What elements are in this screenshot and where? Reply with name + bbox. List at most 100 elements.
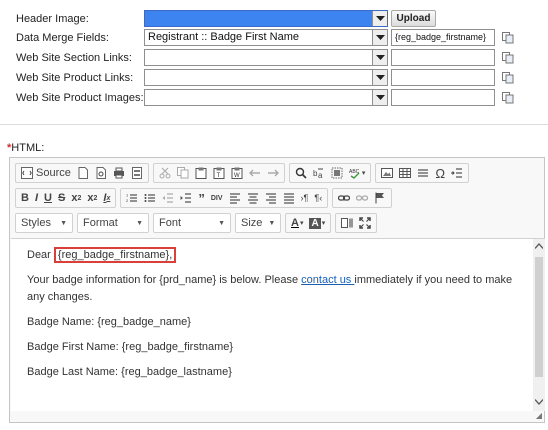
resize-handle-icon[interactable]: ◢: [536, 411, 542, 420]
size-dropdown[interactable]: Size ▼: [235, 213, 281, 233]
rtl-icon[interactable]: ¶‹: [314, 189, 322, 207]
copy-icon[interactable]: [502, 92, 514, 104]
image-icon[interactable]: [381, 164, 394, 182]
templates-icon[interactable]: [131, 164, 143, 182]
ltr-icon[interactable]: ›¶: [301, 189, 309, 207]
select-all-icon[interactable]: [331, 164, 343, 182]
unlink-icon[interactable]: [356, 189, 369, 207]
section-links-select[interactable]: [144, 49, 388, 66]
superscript-icon[interactable]: x2: [87, 189, 97, 207]
text-color-icon[interactable]: A ▾: [291, 214, 303, 232]
scroll-up-icon[interactable]: [535, 243, 543, 249]
indent-icon[interactable]: [180, 189, 192, 207]
data-merge-fields-select[interactable]: Registrant :: Badge First Name: [144, 29, 388, 46]
link-icon[interactable]: [338, 189, 351, 207]
cut-icon[interactable]: [159, 164, 171, 182]
background-color-icon[interactable]: A ▾: [309, 214, 325, 232]
content-paragraph-badge-first-name: Badge First Name: {reg_badge_firstname}: [27, 341, 234, 353]
toolbar-group-insert: Ω: [375, 163, 470, 183]
page-break-icon[interactable]: [451, 164, 463, 182]
find-icon[interactable]: [295, 164, 307, 182]
caret-down-icon: ▼: [218, 219, 225, 227]
section-divider: [0, 124, 548, 125]
caret-down-icon: ▼: [60, 219, 67, 227]
chevron-down-icon[interactable]: [372, 50, 387, 65]
toolbar-group-colors: A ▾ A ▾: [285, 213, 332, 233]
underline-button[interactable]: U: [44, 189, 52, 207]
print-icon[interactable]: [113, 164, 125, 182]
horizontal-line-icon[interactable]: [417, 164, 429, 182]
anchor-flag-icon[interactable]: [374, 189, 386, 207]
justify-icon[interactable]: [283, 189, 295, 207]
toolbar-group-clipboard: T W: [152, 163, 285, 183]
toolbar-group-tools: [335, 213, 378, 233]
copy-icon[interactable]: [502, 52, 514, 64]
strike-button[interactable]: S: [58, 189, 65, 207]
align-left-icon[interactable]: [229, 189, 241, 207]
align-right-icon[interactable]: [265, 189, 277, 207]
merge-field-highlight: {reg_badge_firstname},: [53, 247, 177, 263]
scroll-thumb[interactable]: [535, 257, 543, 377]
chevron-down-icon[interactable]: [372, 90, 387, 105]
toolbar-group-editing: ba ABC ▾: [288, 163, 372, 183]
subscript-icon[interactable]: x2: [71, 189, 81, 207]
product-images-code-input[interactable]: [391, 89, 495, 106]
toolbar-row-3: Styles ▼ Format ▼ Font ▼ Size ▼ A ▾ A ▾: [11, 211, 378, 235]
new-page-icon[interactable]: [77, 164, 89, 182]
header-image-label: Header Image:: [16, 13, 89, 25]
numbered-list-icon[interactable]: 12: [126, 189, 138, 207]
create-div-icon[interactable]: DIV: [211, 189, 223, 207]
product-links-select[interactable]: [144, 69, 388, 86]
chevron-down-icon[interactable]: [372, 70, 387, 85]
editor-content[interactable]: Dear {reg_badge_firstname}, Your badge i…: [11, 238, 533, 411]
caret-down-icon: ▼: [136, 219, 143, 227]
editor-scrollbar[interactable]: [533, 238, 545, 411]
blockquote-icon[interactable]: ”: [198, 189, 205, 207]
special-char-icon[interactable]: Ω: [435, 164, 445, 182]
maximize-icon[interactable]: [359, 214, 371, 232]
styles-dropdown[interactable]: Styles ▼: [15, 213, 73, 233]
product-links-code-input[interactable]: [391, 69, 495, 86]
spellcheck-icon[interactable]: ABC ▾: [349, 164, 365, 182]
replace-icon[interactable]: ba: [313, 164, 325, 182]
html-field-label: *HTML:: [7, 142, 45, 154]
content-paragraph-greeting: Dear {reg_badge_firstname},: [27, 247, 517, 264]
format-dropdown[interactable]: Format ▼: [77, 213, 149, 233]
copy-icon[interactable]: [502, 32, 514, 44]
paste-icon[interactable]: [195, 164, 207, 182]
toolbar-group-links: [332, 188, 393, 208]
section-links-code-input[interactable]: [391, 49, 495, 66]
scroll-down-icon[interactable]: [535, 399, 543, 405]
paste-text-icon[interactable]: T: [213, 164, 225, 182]
data-merge-fields-label: Data Merge Fields:: [16, 32, 109, 44]
bold-button[interactable]: B: [21, 189, 29, 207]
align-center-icon[interactable]: [247, 189, 259, 207]
product-links-label: Web Site Product Links:: [16, 72, 134, 84]
bulleted-list-icon[interactable]: [144, 189, 156, 207]
chevron-down-icon[interactable]: [372, 11, 387, 26]
chevron-down-icon[interactable]: [372, 30, 387, 45]
table-icon[interactable]: [399, 164, 412, 182]
merge-field-code-input[interactable]: {reg_badge_firstname}: [391, 29, 495, 46]
paste-word-icon[interactable]: W: [231, 164, 243, 182]
editor-toolbar: Source T W ba ABC ▾ Ω B I U S x 2 x 2 I …: [11, 159, 543, 237]
font-dropdown[interactable]: Font ▼: [153, 213, 231, 233]
copy-icon[interactable]: [502, 72, 514, 84]
copy-icon[interactable]: [176, 164, 189, 182]
toolbar-row-1: Source T W ba ABC ▾ Ω: [11, 161, 470, 185]
product-images-select[interactable]: [144, 89, 388, 106]
italic-button[interactable]: I: [35, 189, 38, 207]
show-blocks-icon[interactable]: [341, 214, 353, 232]
upload-button[interactable]: Upload: [391, 10, 436, 27]
toolbar-group-document: Source: [15, 163, 149, 183]
undo-icon[interactable]: [248, 164, 261, 182]
redo-icon[interactable]: [267, 164, 279, 182]
caret-down-icon: ▼: [268, 219, 276, 227]
section-links-label: Web Site Section Links:: [16, 52, 132, 64]
remove-format-icon[interactable]: Ix: [103, 189, 110, 207]
header-image-select[interactable]: [144, 10, 388, 27]
source-button[interactable]: Source: [21, 164, 71, 182]
contact-us-link[interactable]: contact us: [301, 274, 354, 286]
preview-icon[interactable]: [95, 164, 107, 182]
outdent-icon[interactable]: [162, 189, 174, 207]
